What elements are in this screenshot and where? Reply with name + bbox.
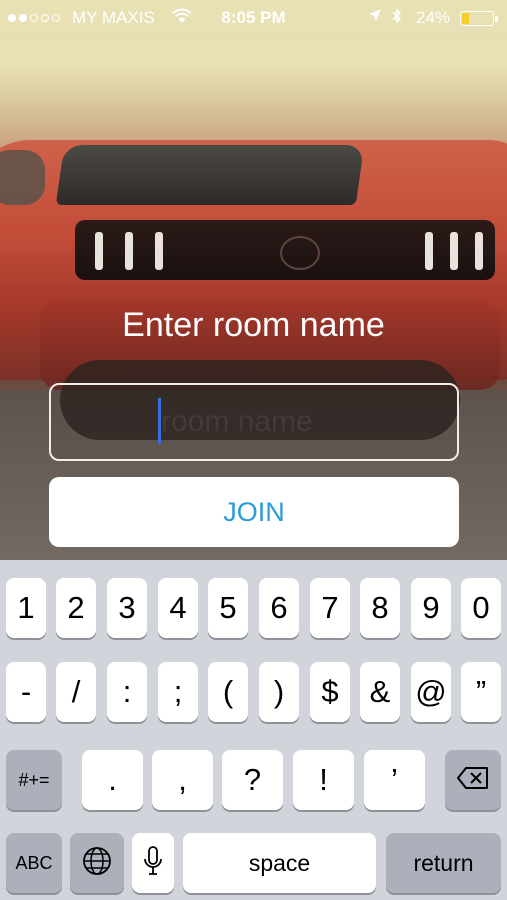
- key-row1[interactable]: 3: [107, 578, 147, 638]
- keyboard: 1234567890 - /:;() $ & @” #+= .,?!’ ABC spac…: [0, 560, 507, 900]
- key-row2[interactable]: &: [360, 662, 400, 722]
- tail-light: [425, 232, 433, 270]
- tail-light: [475, 232, 483, 270]
- status-bar: MY MAXIS 8:05 PM 24%: [0, 0, 507, 36]
- backspace-icon: [457, 766, 489, 794]
- key-row2[interactable]: -: [6, 662, 46, 722]
- room-name-input[interactable]: [51, 385, 457, 459]
- space-key[interactable]: space: [183, 833, 376, 893]
- key-row2[interactable]: ;: [158, 662, 198, 722]
- key-row1[interactable]: 1: [6, 578, 46, 638]
- battery-icon: [460, 11, 498, 26]
- backspace-key[interactable]: [445, 750, 501, 810]
- bluetooth-icon: [392, 7, 402, 29]
- key-row2[interactable]: (: [208, 662, 248, 722]
- key-row2[interactable]: :: [107, 662, 147, 722]
- dictation-key[interactable]: [132, 833, 174, 893]
- key-row2[interactable]: @: [411, 662, 451, 722]
- globe-icon: [82, 846, 112, 881]
- page-title: Enter room name: [122, 306, 385, 344]
- abc-key[interactable]: ABC: [6, 833, 62, 893]
- key-row1[interactable]: 6: [259, 578, 299, 638]
- key-row3[interactable]: !: [293, 750, 354, 810]
- tail-light: [125, 232, 133, 270]
- tail-light: [450, 232, 458, 270]
- room-name-field[interactable]: [49, 383, 459, 461]
- key-row2[interactable]: ”: [461, 662, 501, 722]
- key-row2[interactable]: $: [310, 662, 350, 722]
- key-row1[interactable]: 7: [310, 578, 350, 638]
- car-side-window: [0, 150, 45, 205]
- tail-light: [155, 232, 163, 270]
- key-row1[interactable]: 4: [158, 578, 198, 638]
- symbols-key[interactable]: #+=: [6, 750, 62, 810]
- key-row2[interactable]: ): [259, 662, 299, 722]
- key-row1[interactable]: 2: [56, 578, 96, 638]
- key-row2[interactable]: /: [56, 662, 96, 722]
- car-emblem: [280, 236, 320, 270]
- join-button[interactable]: JOIN: [49, 477, 459, 547]
- tail-light: [95, 232, 103, 270]
- battery-percent: 24%: [416, 8, 451, 27]
- background-photo: [0, 0, 507, 560]
- battery-fill: [462, 13, 469, 24]
- key-row1[interactable]: 0: [461, 578, 501, 638]
- globe-key[interactable]: [70, 833, 124, 893]
- key-row1[interactable]: 8: [360, 578, 400, 638]
- microphone-icon: [143, 845, 163, 882]
- key-row3[interactable]: .: [82, 750, 143, 810]
- car-rear-window: [55, 145, 365, 205]
- key-row1[interactable]: 5: [208, 578, 248, 638]
- key-row1[interactable]: 9: [411, 578, 451, 638]
- key-row3[interactable]: ,: [152, 750, 213, 810]
- return-key[interactable]: return: [386, 833, 501, 893]
- location-arrow-icon: [368, 8, 382, 25]
- key-row3[interactable]: ?: [222, 750, 283, 810]
- text-cursor: [158, 398, 161, 444]
- key-row3[interactable]: ’: [364, 750, 425, 810]
